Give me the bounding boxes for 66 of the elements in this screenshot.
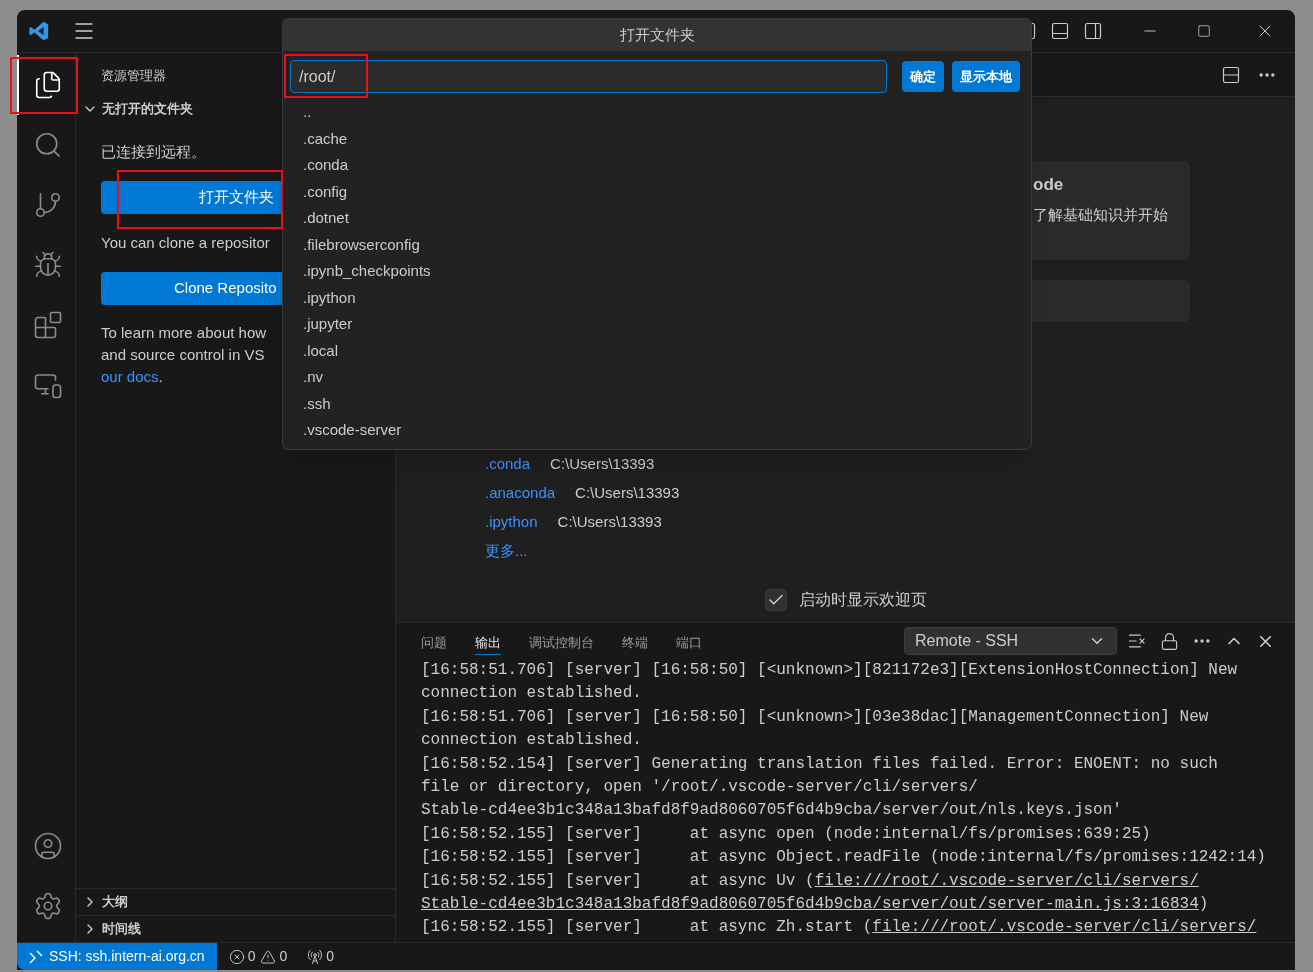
card-description: 了解基础知识并开始 bbox=[1033, 204, 1169, 225]
panel-toggle-icon[interactable] bbox=[1050, 21, 1070, 41]
section-header[interactable]: 无打开的文件夹 bbox=[82, 97, 193, 121]
folder-entry[interactable]: .filebrowserconfig bbox=[303, 231, 420, 258]
file-link[interactable]: Stable-cd4ee3b1c348a13bafd8f9ad8060705f6d4b9cba/server/out/server-main.js:3:16834 bbox=[421, 895, 1199, 914]
folder-path: C:\Users\13393 bbox=[575, 483, 680, 504]
help-text: To learn more about how bbox=[101, 323, 267, 343]
panel-tab[interactable]: 终端 bbox=[622, 627, 648, 655]
annotation-frame bbox=[10, 57, 78, 114]
help-text: and source control in VS bbox=[101, 345, 265, 365]
recent-folder-link[interactable]: .anaconda bbox=[485, 482, 556, 505]
logo-icon bbox=[28, 20, 50, 42]
log-line: [16:58:52.154] [server] Generating translation files failed. Error: ENOENT: no such bbox=[421, 753, 1218, 775]
folder-path: C:\Users\13393 bbox=[557, 512, 662, 533]
recent-folder-link[interactable]: .ipython bbox=[485, 511, 538, 534]
help-text: . bbox=[158, 367, 163, 387]
remote-message: 已连接到远程。 bbox=[101, 142, 206, 162]
dialog-title: 打开文件夹 bbox=[283, 19, 1031, 51]
lock-icon[interactable] bbox=[1160, 631, 1179, 651]
problems-indicator[interactable]: 0 0 bbox=[228, 946, 288, 967]
log-line: Stable-cd4ee3b1c348a13bafd8f9ad8060705f6d4b9cba/server/out/nls.keys.json' bbox=[421, 800, 1122, 822]
log-line: [16:58:52.155] [server] at async open (node:internal/fs/promises:639:25) bbox=[421, 823, 1151, 845]
panel-tab[interactable]: 端口 bbox=[676, 627, 702, 655]
log-line: connection established. bbox=[421, 683, 642, 705]
folder-entry[interactable]: .vscode-server bbox=[303, 417, 402, 444]
remote-indicator[interactable]: SSH: ssh.intern-ai.org.cn bbox=[17, 943, 217, 970]
log-line: Stable-cd4ee3b1c348a13bafd8f9ad8060705f6d4b9cba/server/out/server-main.js:3:16834) bbox=[421, 894, 1209, 916]
folder-entry[interactable]: .nv bbox=[303, 364, 323, 391]
log-line: [16:58:52.155] [server] at async Uv (file:///root/.vscode-server/cli/servers/ bbox=[421, 870, 1199, 892]
folder-entry[interactable]: .conda bbox=[303, 152, 349, 179]
checkbox[interactable] bbox=[764, 589, 787, 611]
ports-indicator[interactable]: 0 bbox=[307, 946, 334, 967]
secondary-sidebar-icon[interactable] bbox=[1083, 21, 1103, 41]
checkbox-label: 启动时显示欢迎页 bbox=[798, 590, 927, 610]
folder-path: C:\Users\13393 bbox=[550, 454, 655, 475]
file-link[interactable]: file:///root/.vscode-server/cli/servers/ bbox=[814, 871, 1199, 890]
split-editor-icon[interactable] bbox=[1221, 64, 1241, 85]
folder-entry[interactable]: .local bbox=[303, 337, 339, 364]
section-header[interactable]: 时间线 bbox=[76, 915, 395, 942]
log-line: file or directory, open '/root/.vscode-server/cli/servers/ bbox=[421, 777, 978, 799]
log-line: [16:58:51.706] [server] [16:58:50] [<unknown>][821172e3][ExtensionHostConnection] New bbox=[421, 660, 1238, 681]
dialog-button[interactable]: 确定 bbox=[902, 61, 944, 92]
folder-entry[interactable]: .ssh bbox=[303, 390, 331, 417]
log-line: connection established. bbox=[421, 730, 642, 752]
folder-entry[interactable]: .cache bbox=[303, 125, 348, 152]
recent-folder-link[interactable]: .conda bbox=[485, 453, 531, 476]
channel-dropdown[interactable]: Remote - SSH bbox=[904, 627, 1117, 655]
sidebar-title: 资源管理器 bbox=[101, 67, 166, 85]
folder-entry[interactable]: .jupyter bbox=[303, 311, 353, 338]
panel-tab[interactable]: 调试控制台 bbox=[529, 627, 594, 655]
dialog-button[interactable]: 显示本地 bbox=[952, 61, 1020, 92]
log-line: [16:58:51.706] [server] [16:58:50] [<unknown>][03e38dac][ManagementConnection] New bbox=[421, 706, 1209, 728]
clone-hint: You can clone a repositor bbox=[101, 233, 270, 253]
panel-tab[interactable]: 输出 bbox=[475, 627, 501, 655]
log-line: [16:58:52.155] [server] at async Object.readFile (node:internal/fs/promises:1242:14) bbox=[421, 847, 1266, 869]
log-line: [16:58:52.155] [server] at async Zh.start (file:///root/.vscode-server/cli/servers/ bbox=[421, 917, 1257, 939]
card-title: ode bbox=[1033, 174, 1065, 196]
more-link[interactable]: 更多... bbox=[485, 537, 528, 566]
path-field[interactable]: /root/ bbox=[290, 60, 887, 93]
folder-entry[interactable]: .. bbox=[303, 99, 312, 126]
maximize-icon[interactable] bbox=[1197, 24, 1211, 38]
section-header[interactable]: 大纲 bbox=[76, 888, 395, 915]
file-link[interactable]: file:///root/.vscode-server/cli/servers/ bbox=[872, 918, 1257, 937]
folder-entry[interactable]: .config bbox=[303, 178, 348, 205]
panel-tab[interactable]: 问题 bbox=[421, 627, 447, 655]
docs-link[interactable]: our docs bbox=[101, 366, 159, 388]
